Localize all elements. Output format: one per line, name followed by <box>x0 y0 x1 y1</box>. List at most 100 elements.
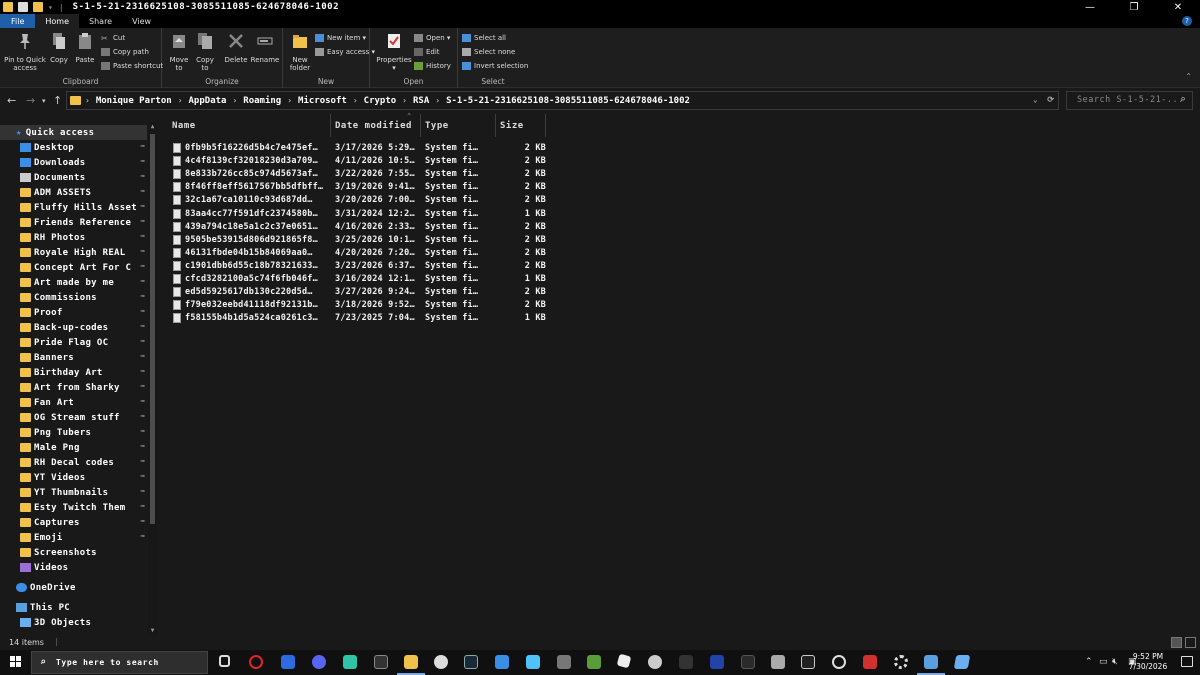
app-dark-2-icon[interactable] <box>710 655 724 669</box>
nav-this-pc[interactable]: This PC <box>0 600 147 615</box>
easy-access-button[interactable]: Easy access ▾ <box>315 48 375 56</box>
address-bar[interactable]: › Monique Parton › AppData › Roaming › M… <box>66 91 1059 110</box>
pin-icon[interactable]: ⊸ <box>140 202 145 210</box>
file-explorer-icon[interactable] <box>397 655 425 675</box>
column-header-date[interactable]: Date modified <box>331 114 421 137</box>
roblox-icon[interactable] <box>616 653 632 669</box>
davinci-icon[interactable] <box>374 655 388 669</box>
large-icons-view-button[interactable] <box>1185 637 1196 648</box>
breadcrumb-sid[interactable]: S-1-5-21-2316625108-3085511085-624678046… <box>446 96 690 106</box>
show-hidden-icons-icon[interactable]: ⌃ <box>1085 657 1093 667</box>
breadcrumb-appdata[interactable]: AppData <box>189 96 227 106</box>
settings-gear-icon[interactable] <box>894 655 908 669</box>
pin-icon[interactable]: ⊸ <box>140 232 145 240</box>
help-icon[interactable]: ? <box>1182 16 1192 26</box>
app-dark-3-icon[interactable] <box>741 655 755 669</box>
pin-icon[interactable]: ⊸ <box>140 142 145 150</box>
nav-item[interactable]: Commissions ⊸ <box>0 290 147 305</box>
pin-icon[interactable]: ⊸ <box>140 172 145 180</box>
file-row[interactable]: c1901dbb6d55c18b78321633… 3/23/2026 6:37…… <box>168 260 548 274</box>
nav-item[interactable]: Concept Art For C ⊸ <box>0 260 147 275</box>
network-icon[interactable]: ▭ <box>1099 657 1108 667</box>
nav-item[interactable]: Fluffy Hills Asset ⊸ <box>0 200 147 215</box>
column-header-name[interactable]: Name <box>168 114 331 137</box>
nav-item[interactable]: Male Png ⊸ <box>0 440 147 455</box>
pin-icon[interactable]: ⊸ <box>140 532 145 540</box>
epic-games-icon[interactable] <box>801 655 815 669</box>
tab-share[interactable]: Share <box>79 14 122 28</box>
nav-item[interactable]: Birthday Art ⊸ <box>0 365 147 380</box>
file-row[interactable]: cfcd3282100a5c74f6fb046f… 3/16/2024 12:1…… <box>168 274 548 287</box>
tab-file[interactable]: File <box>0 14 36 28</box>
nav-quick-access[interactable]: ★ Quick access <box>0 125 147 140</box>
chevron-right-icon[interactable]: › <box>402 96 407 105</box>
pin-icon[interactable]: ⊸ <box>140 307 145 315</box>
file-row[interactable]: 46131fbde04b15b84069aa0… 4/20/2026 7:20… S… <box>168 247 548 261</box>
steam-icon[interactable] <box>464 655 478 669</box>
nav-scrollbar[interactable]: ▲ ▼ <box>148 122 157 635</box>
file-row[interactable]: f79e032eebd41118df92131b… 3/18/2026 9:52…… <box>168 300 548 313</box>
cut-button[interactable]: ✂ Cut <box>101 34 125 43</box>
nav-item[interactable]: RH Decal codes ⊸ <box>0 455 147 470</box>
chevron-right-icon[interactable]: › <box>353 96 358 105</box>
invert-selection-button[interactable]: Invert selection <box>462 62 528 70</box>
nav-item[interactable]: Screenshots <box>0 545 147 560</box>
file-row[interactable]: 8f46ff8eff5617567bb5dfbff… 3/19/2026 9:41… <box>168 182 548 195</box>
breadcrumb-microsoft[interactable]: Microsoft <box>298 96 347 106</box>
app-blue-icon[interactable] <box>281 655 295 669</box>
select-none-button[interactable]: Select none <box>462 48 515 56</box>
pin-icon[interactable]: ⊸ <box>140 397 145 405</box>
edit-button[interactable]: Edit <box>414 48 440 56</box>
app-window-icon[interactable] <box>917 655 945 675</box>
paste-button[interactable]: Paste <box>74 32 96 64</box>
collapse-ribbon-icon[interactable]: ⌃ <box>1185 72 1192 81</box>
nav-item[interactable]: Desktop ⊸ <box>0 140 147 155</box>
new-folder-icon[interactable] <box>33 2 43 12</box>
store-icon[interactable] <box>495 655 509 669</box>
windows-start-icon[interactable] <box>10 656 22 668</box>
chevron-right-icon[interactable]: › <box>232 96 237 105</box>
pin-icon[interactable]: ⊸ <box>140 337 145 345</box>
pin-icon[interactable]: ⊸ <box>140 367 145 375</box>
nav-item[interactable]: Esty Twitch Them ⊸ <box>0 500 147 515</box>
nav-item[interactable]: Downloads ⊸ <box>0 155 147 170</box>
tab-view[interactable]: View <box>122 14 161 28</box>
chevron-right-icon[interactable]: › <box>435 96 440 105</box>
maximize-button[interactable]: ❐ <box>1112 0 1156 14</box>
nav-item[interactable]: YT Thumbnails ⊸ <box>0 485 147 500</box>
up-arrow-icon[interactable]: ↑ <box>53 94 62 107</box>
file-row[interactable]: 439a794c18e5a1c2c37e0651… 4/16/2026 2:33…… <box>168 221 548 235</box>
copy-path-button[interactable]: Copy path <box>101 48 149 56</box>
move-to-button[interactable]: Move to <box>168 32 190 72</box>
details-view-button[interactable] <box>1171 637 1182 648</box>
nav-item[interactable]: Emoji ⊸ <box>0 530 147 545</box>
new-folder-button[interactable]: New folder <box>286 32 314 72</box>
taskbar-search-input[interactable]: ⌕ Type here to search <box>31 651 208 674</box>
task-view-icon[interactable] <box>219 655 230 667</box>
nav-item[interactable]: Back-up-codes ⊸ <box>0 320 147 335</box>
recent-locations-icon[interactable]: ▾ <box>42 97 46 105</box>
breadcrumb-user[interactable]: Monique Parton <box>96 96 172 106</box>
pin-icon[interactable]: ⊸ <box>140 157 145 165</box>
nav-item[interactable]: Banners ⊸ <box>0 350 147 365</box>
minimize-button[interactable]: — <box>1068 0 1112 14</box>
paste-shortcut-button[interactable]: Paste shortcut <box>101 62 163 70</box>
file-row[interactable]: 8e833b726cc85c974d5673af… 3/22/2026 7:55…… <box>168 169 548 182</box>
pin-icon[interactable]: ⊸ <box>140 442 145 450</box>
app-ring-icon[interactable] <box>832 655 846 669</box>
nav-3d-objects[interactable]: 3D Objects <box>0 615 147 630</box>
app-clock-icon[interactable] <box>434 655 448 669</box>
history-button[interactable]: History <box>414 62 451 70</box>
nav-item[interactable]: Fan Art ⊸ <box>0 395 147 410</box>
nav-item[interactable]: Proof ⊸ <box>0 305 147 320</box>
breadcrumb-crypto[interactable]: Crypto <box>364 96 397 106</box>
customize-quick-access-icon[interactable]: ▾ <box>48 3 53 12</box>
breadcrumb-rsa[interactable]: RSA <box>413 96 429 106</box>
amd-icon[interactable] <box>863 655 877 669</box>
back-arrow-icon[interactable]: ← <box>7 94 16 107</box>
address-dropdown-icon[interactable]: ⌄ ⟳ <box>1033 95 1054 104</box>
app-swirl-icon[interactable] <box>648 655 662 669</box>
scroll-down-icon[interactable]: ▼ <box>148 627 157 634</box>
nav-item[interactable]: OG Stream stuff ⊸ <box>0 410 147 425</box>
chevron-right-icon[interactable]: › <box>287 96 292 105</box>
